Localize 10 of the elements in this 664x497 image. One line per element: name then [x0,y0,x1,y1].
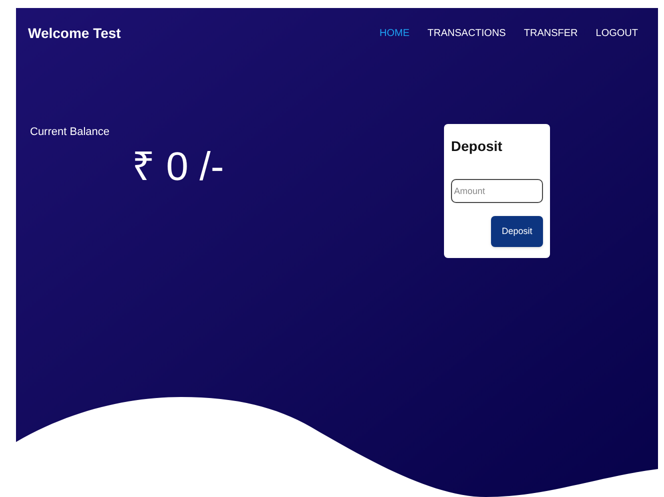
nav-link[interactable]: HOME [380,26,410,40]
welcome-title: Welcome Test [28,24,121,42]
deposit-button[interactable]: Deposit [491,216,543,247]
amount-field[interactable]: Amount [451,179,543,203]
nav-link[interactable]: TRANSACTIONS [428,26,506,40]
deposit-title: Deposit [451,137,504,156]
balance-label: Current Balance [30,125,110,140]
balance-amount: ₹ 0 /- [132,146,224,186]
nav-link[interactable]: LOGOUT [596,26,638,40]
nav-link[interactable]: TRANSFER [524,26,578,40]
